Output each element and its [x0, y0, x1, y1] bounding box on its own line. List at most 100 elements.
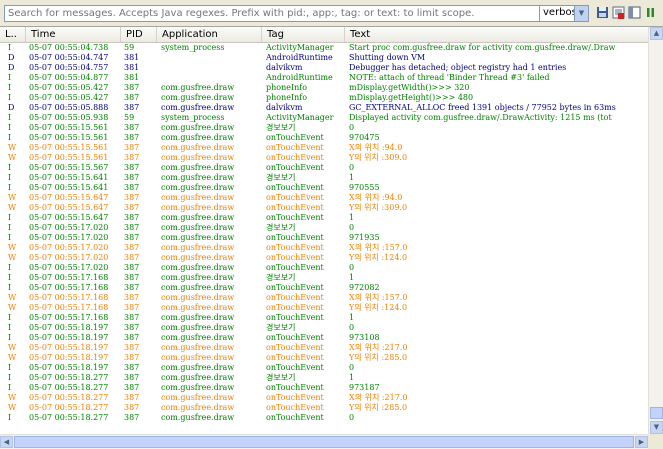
scroll-up-icon[interactable]: ▲: [650, 27, 663, 40]
pause-icon[interactable]: [644, 6, 657, 19]
horizontal-scroll-thumb[interactable]: [14, 436, 634, 448]
table-row[interactable]: W 05-07 00:55:17.020 387 com.gusfree.draw on…: [0, 253, 648, 263]
column-header-time[interactable]: Time: [26, 27, 121, 42]
table-row[interactable]: I 05-07 00:55:17.020 387 com.gusfree.draw on…: [0, 233, 648, 243]
log-level-select[interactable]: verbose ▼: [539, 5, 589, 22]
table-row[interactable]: I 05-07 00:55:17.168 387 com.gusfree.draw 경보…: [0, 273, 648, 283]
table-row[interactable]: W 05-07 00:55:17.168 387 com.gusfree.draw on…: [0, 293, 648, 303]
row-pid: 387: [124, 133, 140, 142]
row-level: I: [8, 323, 12, 332]
row-level: I: [8, 73, 12, 82]
table-row[interactable]: I 05-07 00:55:18.277 387 com.gusfree.draw on…: [0, 383, 648, 393]
table-row[interactable]: I 05-07 00:55:17.020 387 com.gusfree.draw on…: [0, 263, 648, 273]
column-header-tag[interactable]: Tag: [262, 27, 345, 42]
table-row[interactable]: W 05-07 00:55:15.561 387 com.gusfree.draw on…: [0, 153, 648, 163]
row-time: 05-07 00:55:04.877: [29, 73, 109, 82]
row-application: com.gusfree.draw: [161, 313, 235, 322]
column-header-pid[interactable]: PID: [121, 27, 157, 42]
table-row[interactable]: I 05-07 00:55:05.427 387 com.gusfree.draw ph…: [0, 93, 648, 103]
table-row[interactable]: I 05-07 00:55:05.938 59 system_process Activ…: [0, 113, 648, 123]
table-row[interactable]: I 05-07 00:55:18.277 387 com.gusfree.draw on…: [0, 413, 648, 423]
row-level: I: [8, 163, 12, 172]
scroll-down-icon[interactable]: ▼: [650, 421, 663, 434]
table-row[interactable]: I 05-07 00:55:18.277 387 com.gusfree.draw 경보…: [0, 373, 648, 383]
row-text: Shutting down VM: [349, 53, 426, 62]
table-row[interactable]: W 05-07 00:55:15.561 387 com.gusfree.draw on…: [0, 143, 648, 153]
table-row[interactable]: I 05-07 00:55:04.738 59 system_process Activ…: [0, 43, 648, 53]
table-row[interactable]: I 05-07 00:55:17.168 387 com.gusfree.draw on…: [0, 283, 648, 293]
vertical-scroll-thumb[interactable]: [650, 407, 663, 419]
table-row[interactable]: W 05-07 00:55:18.197 387 com.gusfree.draw on…: [0, 343, 648, 353]
scroll-right-icon[interactable]: ▶: [635, 436, 648, 448]
row-pid: 59: [124, 43, 135, 52]
scroll-left-icon[interactable]: ◀: [0, 436, 13, 448]
row-pid: 387: [124, 183, 140, 192]
row-pid: 387: [124, 383, 140, 392]
row-pid: 387: [124, 153, 140, 162]
table-header: L.. Time PID Application Tag Text: [0, 27, 648, 43]
row-time: 05-07 00:55:17.168: [29, 283, 109, 292]
row-pid: 387: [124, 313, 140, 322]
table-row[interactable]: W 05-07 00:55:15.647 387 com.gusfree.draw on…: [0, 203, 648, 213]
row-application: com.gusfree.draw: [161, 163, 235, 172]
table-row[interactable]: I 05-07 00:55:15.641 387 com.gusfree.draw 경보…: [0, 173, 648, 183]
row-time: 05-07 00:55:18.197: [29, 333, 109, 342]
table-row[interactable]: W 05-07 00:55:18.197 387 com.gusfree.draw on…: [0, 353, 648, 363]
clear-log-icon[interactable]: [612, 6, 625, 19]
search-input[interactable]: [4, 5, 540, 22]
save-icon[interactable]: [596, 6, 609, 19]
column-header-level[interactable]: L..: [0, 27, 26, 42]
row-level: W: [8, 393, 17, 402]
table-row[interactable]: I 05-07 00:55:15.647 387 com.gusfree.draw on…: [0, 213, 648, 223]
row-text: 1: [349, 273, 355, 282]
row-time: 05-07 00:55:17.020: [29, 253, 109, 262]
column-header-application[interactable]: Application: [157, 27, 262, 42]
table-row[interactable]: I 05-07 00:55:05.427 387 com.gusfree.draw ph…: [0, 83, 648, 93]
row-text: X의 위치 :217.0: [349, 393, 408, 402]
row-time: 05-07 00:55:15.647: [29, 213, 109, 222]
row-application: com.gusfree.draw: [161, 203, 235, 212]
vertical-scrollbar[interactable]: ▲ ▼: [648, 27, 663, 434]
row-pid: 387: [124, 143, 140, 152]
row-tag: 경보보기: [266, 373, 296, 382]
row-tag: onTouchEvent: [266, 293, 324, 302]
row-text: Y의 위치 :124.0: [349, 303, 408, 312]
table-row[interactable]: I 05-07 00:55:15.561 387 com.gusfree.draw on…: [0, 133, 648, 143]
row-pid: 387: [124, 283, 140, 292]
table-row[interactable]: W 05-07 00:55:17.020 387 com.gusfree.draw on…: [0, 243, 648, 253]
row-pid: 387: [124, 163, 140, 172]
table-row[interactable]: I 05-07 00:55:15.641 387 com.gusfree.draw on…: [0, 183, 648, 193]
table-row[interactable]: I 05-07 00:55:15.567 387 com.gusfree.draw on…: [0, 163, 648, 173]
table-row[interactable]: I 05-07 00:55:17.168 387 com.gusfree.draw on…: [0, 313, 648, 323]
table-row[interactable]: W 05-07 00:55:17.168 387 com.gusfree.draw on…: [0, 303, 648, 313]
table-row[interactable]: I 05-07 00:55:04.877 381 AndroidRuntime NOTE…: [0, 73, 648, 83]
row-tag: onTouchEvent: [266, 303, 324, 312]
table-row[interactable]: W 05-07 00:55:15.647 387 com.gusfree.draw on…: [0, 193, 648, 203]
table-row[interactable]: I 05-07 00:55:17.020 387 com.gusfree.draw 경보…: [0, 223, 648, 233]
row-tag: onTouchEvent: [266, 363, 324, 372]
table-row[interactable]: I 05-07 00:55:18.197 387 com.gusfree.draw on…: [0, 363, 648, 373]
row-time: 05-07 00:55:18.197: [29, 343, 109, 352]
table-row[interactable]: I 05-07 00:55:18.197 387 com.gusfree.draw 경보…: [0, 323, 648, 333]
column-header-text[interactable]: Text: [345, 27, 648, 42]
row-time: 05-07 00:55:17.020: [29, 233, 109, 242]
row-level: D: [8, 63, 15, 72]
row-level: W: [8, 153, 17, 162]
row-pid: 387: [124, 323, 140, 332]
toggle-filter-pane-icon[interactable]: [628, 6, 641, 19]
row-level: D: [8, 53, 15, 62]
table-row[interactable]: W 05-07 00:55:18.277 387 com.gusfree.draw on…: [0, 403, 648, 413]
table-row[interactable]: D 05-07 00:55:04.757 381 dalvikvm Debugger h…: [0, 63, 648, 73]
table-row[interactable]: W 05-07 00:55:18.277 387 com.gusfree.draw on…: [0, 393, 648, 403]
table-row[interactable]: D 05-07 00:55:04.747 381 AndroidRuntime Shut…: [0, 53, 648, 63]
table-row[interactable]: D 05-07 00:55:05.888 387 com.gusfree.draw da…: [0, 103, 648, 113]
row-level: I: [8, 283, 12, 292]
row-time: 05-07 00:55:17.020: [29, 223, 109, 232]
row-pid: 387: [124, 123, 140, 132]
table-row[interactable]: I 05-07 00:55:18.197 387 com.gusfree.draw on…: [0, 333, 648, 343]
row-level: I: [8, 183, 12, 192]
table-row[interactable]: I 05-07 00:55:15.561 387 com.gusfree.draw 경보…: [0, 123, 648, 133]
row-text: Y의 위치 :285.0: [349, 403, 408, 412]
chevron-down-icon[interactable]: ▼: [574, 6, 588, 21]
row-pid: 387: [124, 93, 140, 102]
